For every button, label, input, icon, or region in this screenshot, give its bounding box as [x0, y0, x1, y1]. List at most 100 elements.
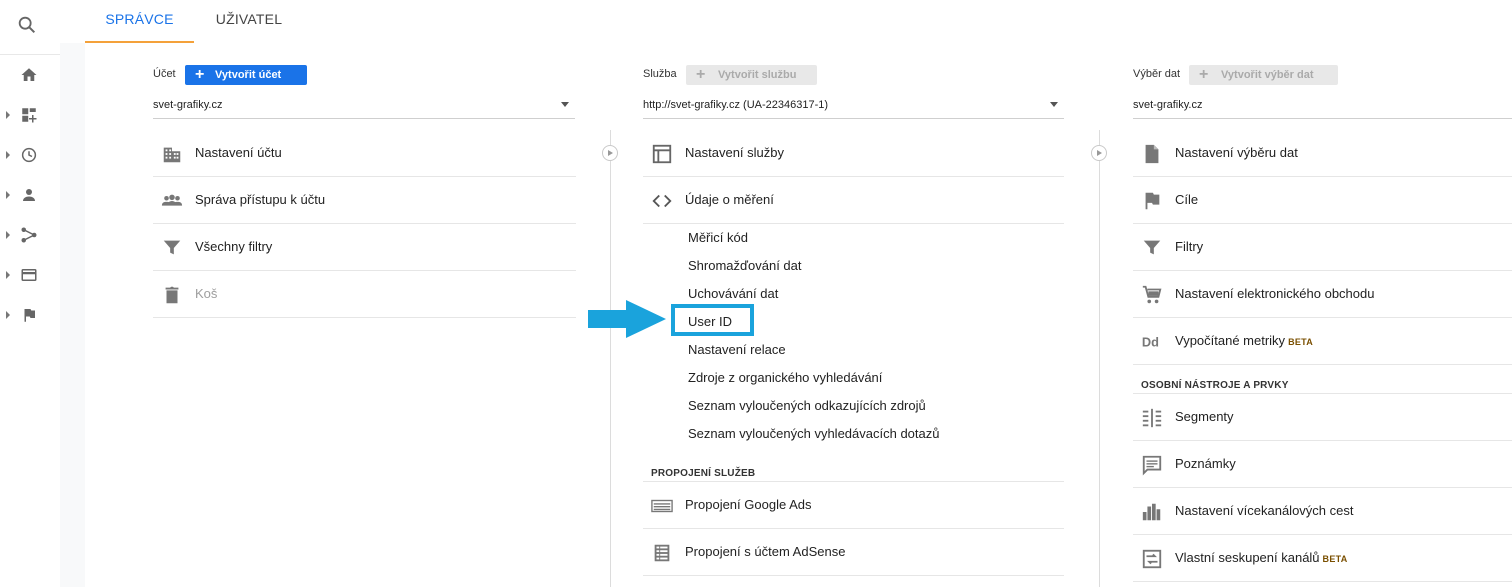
trash-row: Koš: [153, 271, 576, 318]
create-account-label: Vytvořit účet: [215, 69, 282, 81]
dropdown-arrow-icon: [561, 102, 569, 107]
beta-badge: BETA: [1288, 337, 1314, 347]
channel-group-icon: [1142, 549, 1162, 569]
code-icon: [652, 194, 672, 208]
row-label: Vypočítané metriky BETA: [1175, 333, 1314, 348]
view-settings-row[interactable]: Nastavení výběru dat: [1133, 130, 1512, 177]
tracking-subitem[interactable]: Nastavení relace: [688, 342, 786, 357]
row-label: Cíle: [1175, 192, 1199, 207]
rail-customization[interactable]: [0, 100, 60, 130]
filter-icon: [1143, 240, 1161, 255]
search-icon[interactable]: [16, 14, 38, 36]
callout-arrow-head: [626, 300, 666, 338]
clock-icon: [21, 147, 37, 163]
connector-arrow-icon: [1091, 145, 1107, 161]
property-settings-row[interactable]: Nastavení služby: [643, 130, 1064, 177]
multichannel-row[interactable]: Nastavení vícekanálových cest: [1133, 488, 1512, 535]
people-icon: [161, 194, 183, 206]
connector-arrow-icon: [602, 145, 618, 161]
rail-home[interactable]: [0, 60, 60, 90]
row-label: Správa přístupu k účtu: [195, 192, 326, 207]
rail-realtime[interactable]: [0, 140, 60, 170]
account-access-row[interactable]: Správa přístupu k účtu: [153, 177, 576, 224]
expand-caret-icon: [6, 151, 10, 159]
dd-icon: Dd: [1142, 335, 1159, 350]
ads-icon: [651, 499, 673, 513]
rail-audience[interactable]: [0, 180, 60, 210]
view-label: Výběr dat: [1133, 68, 1181, 80]
row-label: Propojení Google Ads: [685, 497, 812, 512]
home-icon: [21, 68, 37, 81]
row-label: Nastavení vícekanálových cest: [1175, 503, 1354, 518]
plus-icon: +: [1199, 66, 1209, 83]
person-icon: [23, 189, 35, 201]
tracking-subitem[interactable]: Zdroje z organického vyhledávání: [688, 370, 882, 385]
row-label: Filtry: [1175, 239, 1204, 254]
svg-text:Dd: Dd: [1142, 335, 1159, 350]
beta-badge: BETA: [1322, 554, 1348, 564]
account-settings-row[interactable]: Nastavení účtu: [153, 130, 576, 177]
callout-arrow: [588, 310, 630, 328]
flag-icon: [1145, 192, 1160, 210]
account-label: Účet: [153, 68, 176, 80]
rail-behavior[interactable]: [0, 260, 60, 290]
rail-conversions[interactable]: [0, 300, 60, 330]
user-id-highlight: [671, 304, 754, 336]
row-label: Údaje o měření: [685, 192, 774, 207]
property-select-value: http://svet-grafiky.cz (UA-22346317-1): [643, 99, 829, 111]
document-icon: [1145, 144, 1159, 164]
segments-row[interactable]: Segmenty: [1133, 394, 1512, 441]
row-label: Vlastní seskupení kanálů BETA: [1175, 550, 1348, 565]
bars-icon: [1142, 503, 1161, 521]
tracking-subitem[interactable]: Seznam vyloučených vyhledávacích dotazů: [688, 426, 939, 441]
account-filters-row[interactable]: Všechny filtry: [153, 224, 576, 271]
create-account-button[interactable]: + Vytvořit účet: [185, 65, 307, 85]
plus-icon: +: [195, 66, 205, 83]
rail-divider: [0, 54, 60, 55]
flag-icon: [24, 308, 35, 322]
row-label: Koš: [195, 286, 218, 301]
annotation-icon: [1142, 455, 1162, 476]
tracking-subitem[interactable]: Uchovávání dat: [688, 286, 778, 301]
top-tabs: SPRÁVCE UŽIVATEL: [60, 0, 1512, 43]
annotations-row[interactable]: Poznámky: [1133, 441, 1512, 488]
building-icon: [163, 147, 181, 163]
row-label: Nastavení výběru dat: [1175, 145, 1298, 160]
analytics-admin-page: SPRÁVCE UŽIVATEL Účet + Vytvořit účet sv…: [0, 0, 1512, 587]
layout-icon: [652, 144, 672, 164]
view-filters-row[interactable]: Filtry: [1133, 224, 1512, 271]
view-select[interactable]: svet-grafiky.cz: [1133, 97, 1512, 119]
row-label: Nastavení účtu: [195, 145, 282, 160]
tracking-subitem[interactable]: Měřicí kód: [688, 230, 748, 245]
rail-acquisition[interactable]: [0, 220, 60, 250]
tab-user[interactable]: UŽIVATEL: [194, 0, 304, 43]
tracking-subitem[interactable]: Shromažďování dat: [688, 258, 802, 273]
flow-icon: [21, 227, 37, 243]
property-links-heading: PROPOJENÍ SLUŽEB: [651, 468, 756, 479]
cart-icon: [1142, 285, 1162, 304]
tracking-info-row[interactable]: Údaje o měření: [643, 177, 1064, 224]
goals-row[interactable]: Cíle: [1133, 177, 1512, 224]
channel-grouping-row[interactable]: Vlastní seskupení kanálů BETA: [1133, 535, 1512, 582]
tab-admin[interactable]: SPRÁVCE: [85, 0, 194, 43]
expand-caret-icon: [6, 271, 10, 279]
expand-caret-icon: [6, 231, 10, 239]
ecommerce-row[interactable]: Nastavení elektronického obchodu: [1133, 271, 1512, 318]
tracking-subitem[interactable]: Seznam vyloučených odkazujících zdrojů: [688, 398, 926, 413]
adsense-link-row[interactable]: Propojení s účtem AdSense: [643, 529, 1064, 576]
row-label: Všechny filtry: [195, 239, 273, 254]
expand-caret-icon: [6, 191, 10, 199]
row-label: Nastavení služby: [685, 145, 784, 160]
column-connector-line: [610, 130, 611, 587]
property-label: Služba: [643, 68, 677, 80]
adsense-icon: [654, 544, 670, 562]
calculated-metrics-row[interactable]: Dd Vypočítané metriky BETA: [1133, 318, 1512, 365]
account-select[interactable]: svet-grafiky.cz: [153, 97, 575, 119]
create-view-label: Vytvořit výběr dat: [1221, 69, 1314, 81]
view-select-value: svet-grafiky.cz: [1133, 99, 1203, 111]
trash-icon: [165, 286, 179, 304]
property-select[interactable]: http://svet-grafiky.cz (UA-22346317-1): [643, 97, 1064, 119]
gutter: [60, 43, 85, 587]
google-ads-link-row[interactable]: Propojení Google Ads: [643, 482, 1064, 529]
dropdown-arrow-icon: [1050, 102, 1058, 107]
